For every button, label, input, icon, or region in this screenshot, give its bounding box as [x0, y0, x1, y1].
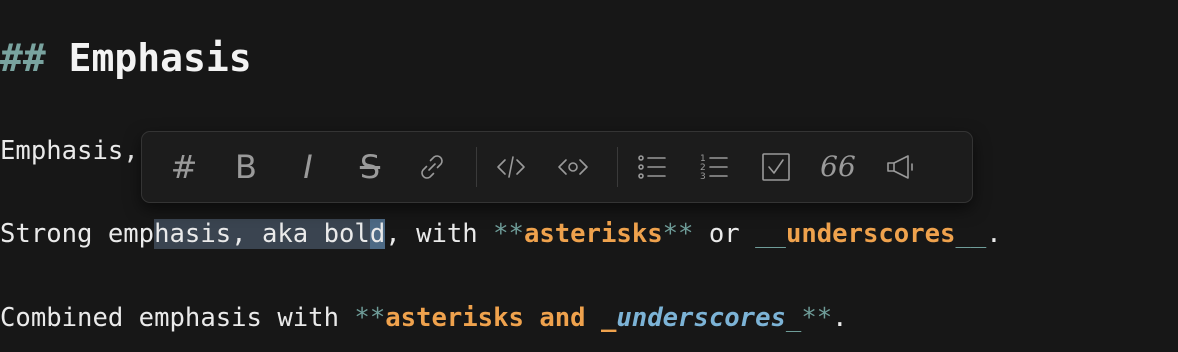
bullet-list-button[interactable] — [632, 147, 672, 187]
italic-button[interactable]: I — [288, 147, 328, 187]
quote-button[interactable]: 66 — [818, 147, 858, 187]
bold-button[interactable]: B — [226, 147, 266, 187]
underscore-marker-open: __ — [755, 219, 786, 249]
bold-marker-close: ** — [662, 219, 694, 249]
link-icon — [421, 155, 443, 179]
heading-line[interactable]: ## Emphasis — [0, 36, 252, 80]
selected-text[interactable]: hasis, aka bol — [154, 219, 370, 249]
line3-plain-start: Combined emphasis with — [0, 303, 355, 333]
callout-button[interactable] — [880, 147, 920, 187]
line2-or: or — [693, 219, 756, 249]
bold-word-asterisks: asterisks — [523, 219, 663, 249]
heading-title: Emphasis — [68, 36, 252, 80]
numbered-list-button[interactable]: 1 2 3 — [694, 147, 734, 187]
heading-icon: # — [170, 148, 198, 186]
svg-text:3: 3 — [700, 172, 706, 182]
callout-icon — [887, 155, 913, 179]
heading-marker: ## — [0, 36, 46, 80]
text-line-1[interactable]: Emphasis, — [0, 134, 139, 168]
bullet-list-icon — [638, 155, 666, 179]
line3-period: . — [832, 303, 848, 333]
bold-marker-open: ** — [493, 219, 524, 249]
underscore-marker-close: __ — [955, 219, 987, 249]
italic-marker-open: _ — [600, 303, 617, 333]
text-line-3[interactable]: Combined emphasis with **asterisks and _… — [0, 301, 848, 335]
bold-marker-open: ** — [354, 303, 386, 333]
line2-period: . — [986, 219, 1002, 249]
strikethrough-button[interactable]: S — [350, 147, 390, 187]
text-cursor: d — [369, 219, 386, 249]
link-button[interactable] — [412, 147, 452, 187]
numbered-list-icon: 1 2 3 — [700, 154, 728, 182]
toolbar-separator — [476, 147, 477, 187]
italic-icon: I — [303, 148, 313, 186]
code-icon — [497, 156, 525, 178]
preview-icon — [558, 159, 588, 175]
preview-button[interactable] — [553, 147, 593, 187]
italic-marker-close: _ — [785, 303, 802, 333]
line2-plain-mid: , with — [385, 219, 494, 249]
toolbar-separator — [617, 147, 618, 187]
code-button[interactable] — [491, 147, 531, 187]
line1-text: Emphasis, — [0, 136, 139, 166]
checkbox-button[interactable] — [756, 147, 796, 187]
heading-button[interactable]: # — [164, 147, 204, 187]
line2-plain-start: Strong emp — [0, 219, 155, 249]
checkbox-icon — [762, 153, 790, 181]
bold-marker-close: ** — [801, 303, 833, 333]
bold-word-underscores: underscores — [785, 219, 956, 249]
bold-icon: B — [235, 148, 257, 186]
format-toolbar: # B I S 1 2 3 66 — [141, 131, 973, 203]
bold-words-asterisks-and: asterisks and — [385, 303, 601, 333]
strikethrough-icon: S — [359, 148, 381, 186]
text-line-2[interactable]: Strong emphasis, aka bold, with **asteri… — [0, 217, 1002, 251]
italic-word-underscores: underscores — [616, 303, 786, 333]
quote-icon: 66 — [820, 150, 856, 183]
markdown-editor[interactable]: ## Emphasis Emphasis, Strong emphasis, a… — [0, 0, 1178, 352]
